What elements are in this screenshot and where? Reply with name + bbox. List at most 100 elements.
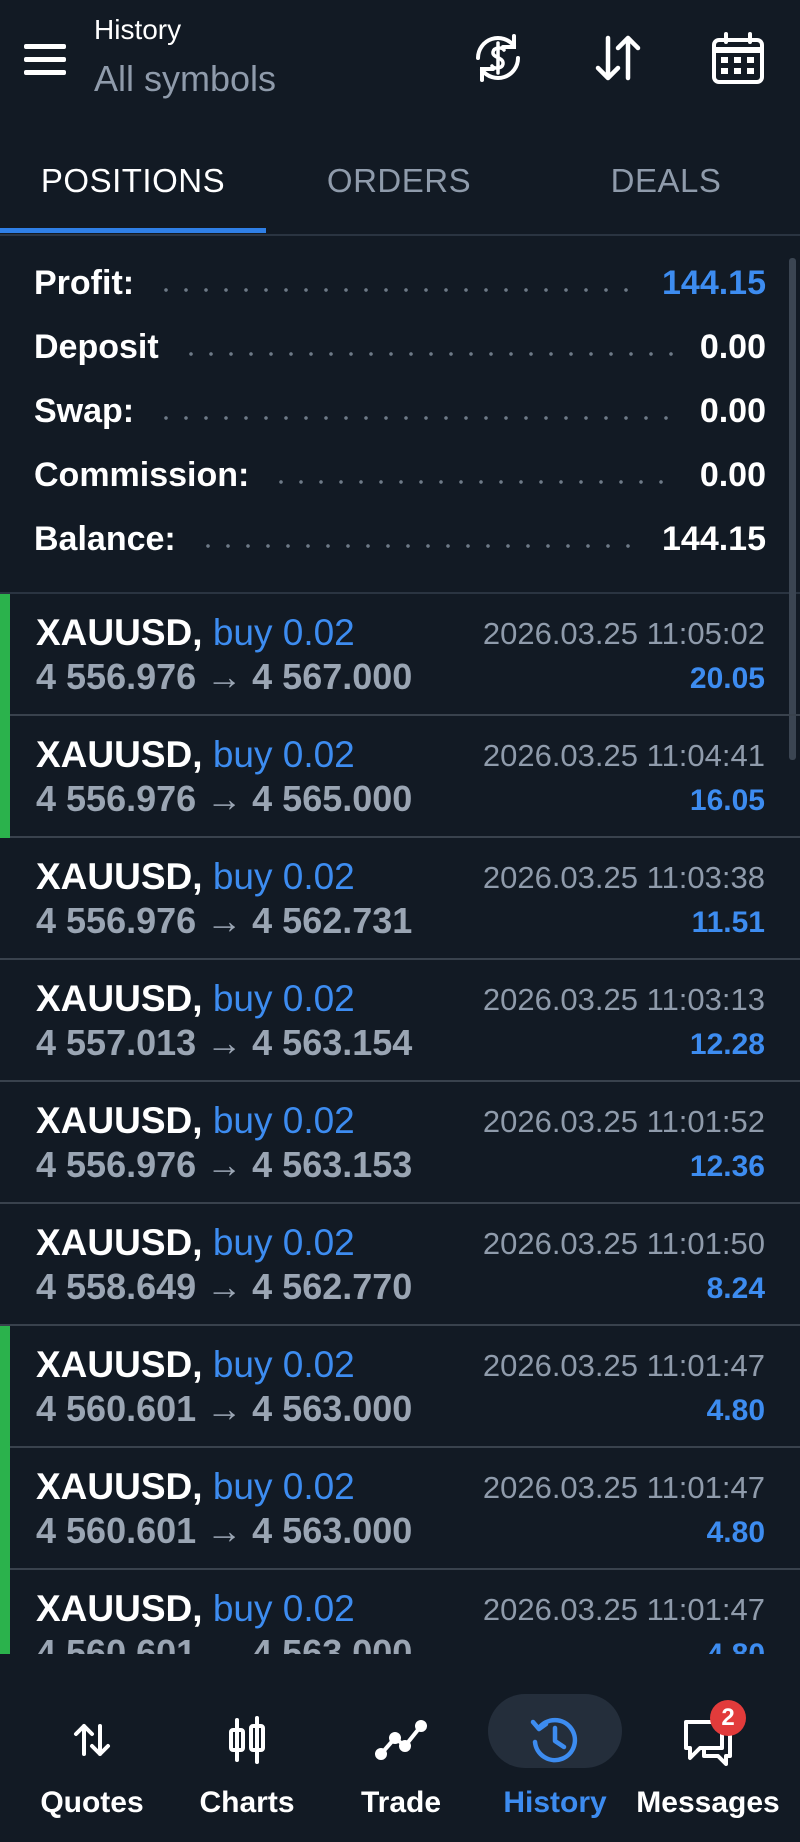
position-profit: 4.80 [706, 1516, 765, 1549]
position-type: buy 0.02 [212, 856, 355, 897]
position-time: 2026.03.25 11:03:38 [482, 860, 765, 895]
active-tab-indicator [0, 228, 266, 233]
position-type: buy 0.02 [212, 1466, 355, 1507]
position-profit: 12.36 [689, 1150, 765, 1183]
balance-value: 144.15 [662, 519, 766, 558]
position-time: 2026.03.25 11:01:50 [482, 1226, 765, 1261]
position-marker [0, 716, 10, 838]
position-prices: 4 557.013 → 4 563.154 [36, 1022, 413, 1063]
position-profit: 11.51 [691, 906, 765, 939]
position-symbol: XAUUSD, [36, 612, 203, 653]
position-profit: 16.05 [689, 784, 765, 817]
top-bar: History All symbols [0, 0, 800, 140]
position-symbol: XAUUSD, [36, 734, 203, 775]
position-row[interactable]: XAUUSD, buy 0.02 4 556.976 → 4 567.000 2… [0, 594, 800, 716]
position-row[interactable]: XAUUSD, buy 0.02 4 556.976 → 4 562.731 2… [0, 838, 800, 960]
summary-profit: Profit: 144.15 [34, 258, 766, 308]
nav-label: Quotes [40, 1786, 144, 1819]
profit-label: Profit: [34, 263, 135, 302]
position-prices: 4 560.601 → 4 563.000 [36, 1510, 413, 1551]
nav-charts[interactable]: Charts [172, 1690, 322, 1820]
tab-positions[interactable]: POSITIONS [0, 162, 266, 200]
position-time: 2026.03.25 11:01:47 [482, 1348, 765, 1383]
dot-leader [271, 480, 678, 484]
position-prices: 4 558.649 → 4 562.770 [36, 1266, 413, 1307]
position-row[interactable]: XAUUSD, buy 0.02 4 560.601 → 4 563.000 2… [0, 1448, 800, 1570]
dot-leader [156, 416, 678, 420]
summary-balance: Balance: 144.15 [34, 514, 766, 564]
position-symbol: XAUUSD, [36, 1222, 203, 1263]
currency-refresh-icon[interactable] [468, 28, 528, 88]
position-time: 2026.03.25 11:05:02 [482, 616, 765, 651]
bottom-nav: Quotes Charts Trade History Messages 2 [0, 1654, 800, 1842]
position-type: buy 0.02 [212, 612, 355, 653]
position-marker [0, 1326, 10, 1448]
nav-label: History [503, 1786, 607, 1819]
position-symbol: XAUUSD, [36, 1344, 203, 1385]
position-time: 2026.03.25 11:01:52 [482, 1104, 765, 1139]
position-marker [0, 594, 10, 716]
position-row[interactable]: XAUUSD, buy 0.02 4 560.601 → 4 563.000 2… [0, 1570, 800, 1654]
nav-trade[interactable]: Trade [326, 1690, 476, 1820]
position-marker [0, 1570, 10, 1654]
dot-leader [180, 352, 678, 356]
position-symbol: XAUUSD, [36, 1588, 203, 1629]
position-symbol: XAUUSD, [36, 856, 203, 897]
position-profit: 8.24 [706, 1272, 765, 1305]
position-time: 2026.03.25 11:01:47 [482, 1470, 765, 1505]
commission-label: Commission: [34, 455, 250, 494]
position-marker [0, 1448, 10, 1570]
page-title: History [94, 14, 182, 45]
nav-label: Charts [199, 1786, 295, 1819]
position-row[interactable]: XAUUSD, buy 0.02 4 558.649 → 4 562.770 2… [0, 1204, 800, 1326]
tab-deals[interactable]: DEALS [532, 162, 800, 200]
profit-value: 144.15 [662, 263, 766, 302]
position-time: 2026.03.25 11:01:47 [482, 1592, 765, 1627]
position-prices: 4 556.976 → 4 562.731 [36, 900, 413, 941]
position-row[interactable]: XAUUSD, buy 0.02 4 557.013 → 4 563.154 2… [0, 960, 800, 1082]
position-time: 2026.03.25 11:04:41 [482, 738, 765, 773]
history-tabs: POSITIONS ORDERS DEALS [0, 140, 800, 236]
position-prices: 4 556.976 → 4 567.000 [36, 656, 413, 697]
swap-label: Swap: [34, 391, 135, 430]
position-prices: 4 556.976 → 4 563.153 [36, 1144, 413, 1185]
trade-icon [371, 1710, 431, 1770]
position-type: buy 0.02 [212, 1100, 355, 1141]
position-prices: 4 556.976 → 4 565.000 [36, 778, 413, 819]
candles-icon [217, 1710, 277, 1770]
summary-panel: Profit: 144.15 Deposit 0.00 Swap: 0.00 C… [0, 236, 800, 594]
position-profit: 20.05 [689, 662, 765, 695]
deposit-label: Deposit [34, 327, 159, 366]
position-row[interactable]: XAUUSD, buy 0.02 4 556.976 → 4 565.000 2… [0, 716, 800, 838]
symbol-filter[interactable]: All symbols [94, 58, 276, 100]
swap-value: 0.00 [699, 391, 766, 430]
tab-orders[interactable]: ORDERS [266, 162, 532, 200]
position-row[interactable]: XAUUSD, buy 0.02 4 556.976 → 4 563.153 2… [0, 1082, 800, 1204]
quotes-icon [62, 1710, 122, 1770]
position-type: buy 0.02 [212, 1588, 355, 1629]
sort-icon[interactable] [588, 28, 648, 88]
position-time: 2026.03.25 11:03:13 [482, 982, 765, 1017]
position-profit: 12.28 [689, 1028, 765, 1061]
nav-label: Trade [360, 1786, 442, 1819]
summary-swap: Swap: 0.00 [34, 386, 766, 436]
position-type: buy 0.02 [212, 978, 355, 1019]
nav-history[interactable]: History [480, 1690, 630, 1820]
calendar-icon[interactable] [708, 28, 768, 88]
nav-label: Messages [636, 1786, 780, 1819]
position-symbol: XAUUSD, [36, 978, 203, 1019]
nav-quotes[interactable]: Quotes [17, 1690, 167, 1820]
position-profit: 4.80 [707, 1638, 765, 1654]
menu-icon[interactable] [24, 44, 68, 76]
position-row[interactable]: XAUUSD, buy 0.02 4 560.601 → 4 563.000 2… [0, 1326, 800, 1448]
dot-leader [197, 544, 640, 548]
deposit-value: 0.00 [699, 327, 766, 366]
position-symbol: XAUUSD, [36, 1466, 203, 1507]
position-prices: 4 560.601 → 4 563.000 [36, 1632, 413, 1654]
dot-leader [156, 288, 640, 292]
nav-messages[interactable]: Messages [633, 1690, 783, 1820]
position-type: buy 0.02 [212, 1344, 355, 1385]
position-symbol: XAUUSD, [36, 1100, 203, 1141]
position-profit: 4.80 [706, 1394, 765, 1427]
positions-list: XAUUSD, buy 0.02 4 556.976 → 4 567.000 2… [0, 594, 800, 1654]
